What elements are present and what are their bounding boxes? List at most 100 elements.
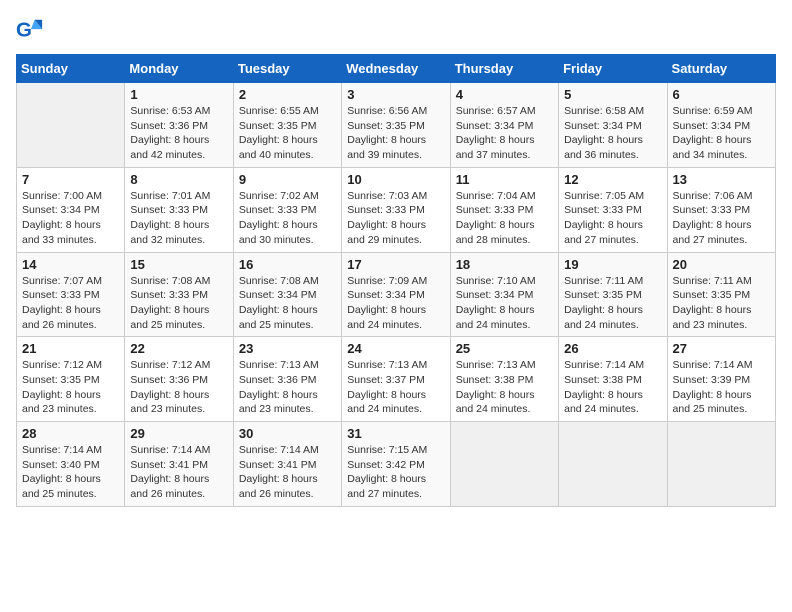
calendar-header-row: SundayMondayTuesdayWednesdayThursdayFrid… <box>17 55 776 83</box>
calendar-cell: 3 Sunrise: 6:56 AMSunset: 3:35 PMDaylight… <box>342 83 450 168</box>
day-number: 2 <box>239 87 336 102</box>
day-info: Sunrise: 7:00 AMSunset: 3:34 PMDaylight:… <box>22 189 119 248</box>
day-number: 22 <box>130 341 227 356</box>
day-info: Sunrise: 7:02 AMSunset: 3:33 PMDaylight:… <box>239 189 336 248</box>
calendar-cell: 25Sunrise: 7:13 AMSunset: 3:38 PMDayligh… <box>450 337 558 422</box>
day-number: 24 <box>347 341 444 356</box>
calendar-cell: 2 Sunrise: 6:55 AMSunset: 3:35 PMDaylight… <box>233 83 341 168</box>
calendar-cell: 10 Sunrise: 7:03 AMSunset: 3:33 PMDayligh… <box>342 167 450 252</box>
calendar-cell <box>17 83 125 168</box>
calendar-cell: 9Sunrise: 7:02 AMSunset: 3:33 PMDaylight… <box>233 167 341 252</box>
calendar-cell: 22 Sunrise: 7:12 AMSunset: 3:36 PMDayligh… <box>125 337 233 422</box>
weekday-header-wednesday: Wednesday <box>342 55 450 83</box>
day-number: 4 <box>456 87 553 102</box>
calendar-cell: 21 Sunrise: 7:12 AMSunset: 3:35 PMDayligh… <box>17 337 125 422</box>
day-number: 26 <box>564 341 661 356</box>
day-number: 13 <box>673 172 770 187</box>
day-number: 18 <box>456 257 553 272</box>
calendar-week-row: 7 Sunrise: 7:00 AMSunset: 3:34 PMDaylight… <box>17 167 776 252</box>
calendar-cell: 24 Sunrise: 7:13 AMSunset: 3:37 PMDayligh… <box>342 337 450 422</box>
day-number: 1 <box>130 87 227 102</box>
calendar-cell: 26 Sunrise: 7:14 AMSunset: 3:38 PMDayligh… <box>559 337 667 422</box>
logo: G <box>16 16 48 44</box>
calendar-cell: 20 Sunrise: 7:11 AMSunset: 3:35 PMDayligh… <box>667 252 775 337</box>
weekday-header-friday: Friday <box>559 55 667 83</box>
day-info: Sunrise: 7:03 AMSunset: 3:33 PMDaylight:… <box>347 189 444 248</box>
day-info: Sunrise: 7:07 AMSunset: 3:33 PMDaylight:… <box>22 274 119 333</box>
calendar-cell: 12 Sunrise: 7:05 AMSunset: 3:33 PMDayligh… <box>559 167 667 252</box>
calendar-cell <box>667 422 775 507</box>
day-number: 8 <box>130 172 227 187</box>
day-number: 5 <box>564 87 661 102</box>
day-number: 14 <box>22 257 119 272</box>
day-info: Sunrise: 7:14 AMSunset: 3:41 PMDaylight:… <box>130 443 227 502</box>
calendar-cell: 27 Sunrise: 7:14 AMSunset: 3:39 PMDayligh… <box>667 337 775 422</box>
day-info: Sunrise: 7:14 AMSunset: 3:40 PMDaylight:… <box>22 443 119 502</box>
day-number: 21 <box>22 341 119 356</box>
day-info: Sunrise: 7:14 AMSunset: 3:39 PMDaylight:… <box>673 358 770 417</box>
svg-text:G: G <box>16 19 32 42</box>
day-info: Sunrise: 6:59 AMSunset: 3:34 PMDaylight:… <box>673 104 770 163</box>
day-number: 15 <box>130 257 227 272</box>
day-number: 23 <box>239 341 336 356</box>
calendar-cell: 8Sunrise: 7:01 AMSunset: 3:33 PMDaylight… <box>125 167 233 252</box>
calendar-week-row: 14 Sunrise: 7:07 AMSunset: 3:33 PMDayligh… <box>17 252 776 337</box>
day-info: Sunrise: 7:10 AMSunset: 3:34 PMDaylight:… <box>456 274 553 333</box>
page-header: G <box>16 16 776 44</box>
day-number: 16 <box>239 257 336 272</box>
day-info: Sunrise: 7:13 AMSunset: 3:38 PMDaylight:… <box>456 358 553 417</box>
calendar-cell: 29 Sunrise: 7:14 AMSunset: 3:41 PMDayligh… <box>125 422 233 507</box>
day-info: Sunrise: 7:12 AMSunset: 3:35 PMDaylight:… <box>22 358 119 417</box>
day-info: Sunrise: 7:13 AMSunset: 3:37 PMDaylight:… <box>347 358 444 417</box>
day-info: Sunrise: 6:53 AMSunset: 3:36 PMDaylight:… <box>130 104 227 163</box>
day-number: 10 <box>347 172 444 187</box>
day-info: Sunrise: 6:55 AMSunset: 3:35 PMDaylight:… <box>239 104 336 163</box>
calendar-table: SundayMondayTuesdayWednesdayThursdayFrid… <box>16 54 776 507</box>
day-info: Sunrise: 7:12 AMSunset: 3:36 PMDaylight:… <box>130 358 227 417</box>
day-number: 29 <box>130 426 227 441</box>
day-info: Sunrise: 7:06 AMSunset: 3:33 PMDaylight:… <box>673 189 770 248</box>
calendar-cell: 19Sunrise: 7:11 AMSunset: 3:35 PMDayligh… <box>559 252 667 337</box>
calendar-cell <box>450 422 558 507</box>
calendar-week-row: 21 Sunrise: 7:12 AMSunset: 3:35 PMDayligh… <box>17 337 776 422</box>
day-number: 7 <box>22 172 119 187</box>
day-number: 31 <box>347 426 444 441</box>
calendar-cell: 23 Sunrise: 7:13 AMSunset: 3:36 PMDayligh… <box>233 337 341 422</box>
day-number: 27 <box>673 341 770 356</box>
calendar-week-row: 1 Sunrise: 6:53 AMSunset: 3:36 PMDaylight… <box>17 83 776 168</box>
calendar-cell: 16 Sunrise: 7:08 AMSunset: 3:34 PMDayligh… <box>233 252 341 337</box>
day-number: 30 <box>239 426 336 441</box>
day-info: Sunrise: 7:08 AMSunset: 3:33 PMDaylight:… <box>130 274 227 333</box>
day-number: 11 <box>456 172 553 187</box>
calendar-cell: 18 Sunrise: 7:10 AMSunset: 3:34 PMDayligh… <box>450 252 558 337</box>
day-number: 3 <box>347 87 444 102</box>
day-info: Sunrise: 7:13 AMSunset: 3:36 PMDaylight:… <box>239 358 336 417</box>
day-info: Sunrise: 7:14 AMSunset: 3:41 PMDaylight:… <box>239 443 336 502</box>
calendar-cell: 11 Sunrise: 7:04 AMSunset: 3:33 PMDayligh… <box>450 167 558 252</box>
day-info: Sunrise: 7:11 AMSunset: 3:35 PMDaylight:… <box>564 274 661 333</box>
calendar-cell: 31 Sunrise: 7:15 AMSunset: 3:42 PMDayligh… <box>342 422 450 507</box>
calendar-cell: 1 Sunrise: 6:53 AMSunset: 3:36 PMDaylight… <box>125 83 233 168</box>
day-number: 17 <box>347 257 444 272</box>
day-number: 12 <box>564 172 661 187</box>
calendar-cell: 30 Sunrise: 7:14 AMSunset: 3:41 PMDayligh… <box>233 422 341 507</box>
weekday-header-monday: Monday <box>125 55 233 83</box>
weekday-header-sunday: Sunday <box>17 55 125 83</box>
calendar-cell <box>559 422 667 507</box>
calendar-cell: 5Sunrise: 6:58 AMSunset: 3:34 PMDaylight… <box>559 83 667 168</box>
day-info: Sunrise: 6:56 AMSunset: 3:35 PMDaylight:… <box>347 104 444 163</box>
day-info: Sunrise: 6:57 AMSunset: 3:34 PMDaylight:… <box>456 104 553 163</box>
calendar-cell: 14 Sunrise: 7:07 AMSunset: 3:33 PMDayligh… <box>17 252 125 337</box>
calendar-week-row: 28Sunrise: 7:14 AMSunset: 3:40 PMDayligh… <box>17 422 776 507</box>
day-info: Sunrise: 7:15 AMSunset: 3:42 PMDaylight:… <box>347 443 444 502</box>
logo-icon: G <box>16 16 44 44</box>
day-info: Sunrise: 7:04 AMSunset: 3:33 PMDaylight:… <box>456 189 553 248</box>
day-info: Sunrise: 7:05 AMSunset: 3:33 PMDaylight:… <box>564 189 661 248</box>
day-info: Sunrise: 7:14 AMSunset: 3:38 PMDaylight:… <box>564 358 661 417</box>
day-number: 20 <box>673 257 770 272</box>
weekday-header-saturday: Saturday <box>667 55 775 83</box>
day-info: Sunrise: 7:08 AMSunset: 3:34 PMDaylight:… <box>239 274 336 333</box>
calendar-cell: 15 Sunrise: 7:08 AMSunset: 3:33 PMDayligh… <box>125 252 233 337</box>
day-info: Sunrise: 7:11 AMSunset: 3:35 PMDaylight:… <box>673 274 770 333</box>
day-info: Sunrise: 7:09 AMSunset: 3:34 PMDaylight:… <box>347 274 444 333</box>
